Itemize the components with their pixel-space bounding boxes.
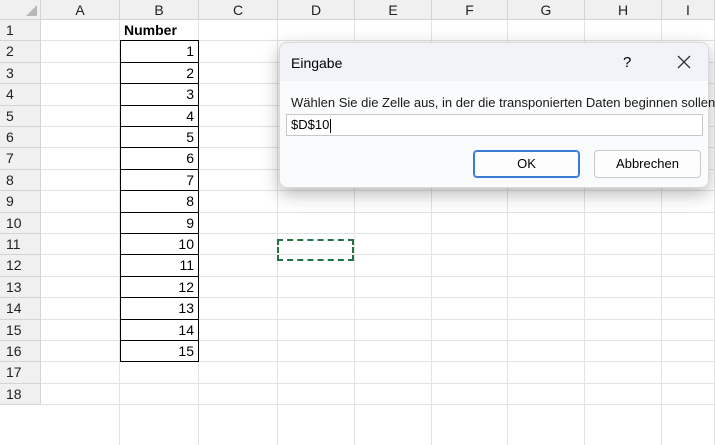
gridline-horizontal [41, 382, 715, 384]
cell-b7[interactable]: 6 [120, 148, 199, 170]
row-header-6[interactable]: 6 [0, 127, 41, 149]
row-header-7[interactable]: 7 [0, 148, 41, 170]
row-header-12[interactable]: 12 [0, 255, 41, 277]
ok-button[interactable]: OK [473, 150, 580, 178]
row-header-3[interactable]: 3 [0, 62, 41, 85]
row-header-14[interactable]: 14 [0, 298, 41, 320]
row-header-18[interactable]: 18 [0, 383, 41, 406]
column-header-c[interactable]: C [199, 0, 278, 20]
row-header-16[interactable]: 16 [0, 341, 41, 363]
cell-b9[interactable]: 8 [120, 191, 199, 213]
cell-b6[interactable]: 5 [120, 127, 199, 149]
row-header-1[interactable]: 1 [0, 20, 41, 42]
dialog-titlebar[interactable] [280, 43, 708, 81]
input-dialog: Eingabe ? Wählen Sie die Zelle aus, in d… [279, 42, 715, 188]
cell-b11[interactable]: 10 [120, 234, 199, 256]
close-icon [677, 55, 691, 69]
cell-b3[interactable]: 2 [120, 62, 199, 85]
cell-b14[interactable]: 13 [120, 298, 199, 320]
help-button[interactable]: ? [623, 54, 631, 71]
column-header-b[interactable]: B [120, 0, 199, 20]
dialog-prompt: Wählen Sie die Zelle aus, in der die tra… [291, 95, 715, 110]
column-header-d[interactable]: D [278, 0, 355, 20]
column-header-g[interactable]: G [508, 0, 585, 20]
row-header-17[interactable]: 17 [0, 362, 41, 384]
cell-b16[interactable]: 15 [120, 341, 199, 363]
dialog-title: Eingabe [291, 55, 343, 71]
row-header-15[interactable]: 15 [0, 319, 41, 341]
cell-b5[interactable]: 4 [120, 105, 199, 127]
cell-b15[interactable]: 14 [120, 319, 199, 341]
row-header-2[interactable]: 2 [0, 41, 41, 63]
cell-b10[interactable]: 9 [120, 212, 199, 234]
cell-b1-header[interactable]: Number [120, 20, 199, 42]
cell-b12[interactable]: 11 [120, 255, 199, 277]
column-header-i[interactable]: I [662, 0, 715, 20]
column-header-h[interactable]: H [585, 0, 662, 20]
close-button[interactable] [670, 49, 698, 75]
select-all-corner-icon [26, 5, 37, 16]
cell-b2[interactable]: 1 [120, 41, 199, 63]
row-header-11[interactable]: 11 [0, 234, 41, 256]
select-all-corner[interactable] [0, 0, 41, 20]
cell-b4[interactable]: 3 [120, 84, 199, 106]
cell-b13[interactable]: 12 [120, 276, 199, 299]
row-header-8[interactable]: 8 [0, 169, 41, 192]
row-header-10[interactable]: 10 [0, 212, 41, 234]
cancel-button[interactable]: Abbrechen [594, 150, 701, 178]
row-header-13[interactable]: 13 [0, 276, 41, 299]
row-header-4[interactable]: 4 [0, 84, 41, 106]
cell-b8[interactable]: 7 [120, 169, 199, 192]
copy-marquee-d10 [277, 239, 354, 261]
input-value: $D$10 [291, 117, 330, 132]
row-header-9[interactable]: 9 [0, 191, 41, 213]
column-header-e[interactable]: E [355, 0, 432, 20]
text-caret [330, 118, 332, 133]
row-header-5[interactable]: 5 [0, 105, 41, 127]
column-header-a[interactable]: A [41, 0, 120, 20]
cell-reference-input[interactable]: $D$10 [286, 114, 703, 136]
column-header-f[interactable]: F [432, 0, 508, 20]
gridline-horizontal [41, 404, 715, 406]
